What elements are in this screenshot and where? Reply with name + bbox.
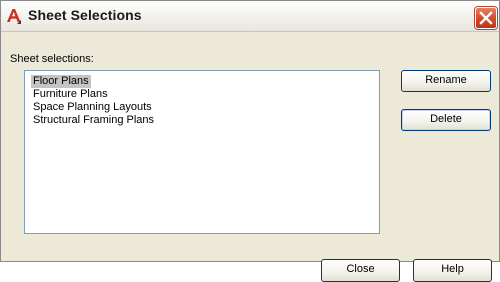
rename-button[interactable]: Rename [401,70,491,92]
title-bar[interactable]: Sheet Selections [1,1,499,32]
close-x-icon [479,11,493,25]
window-title: Sheet Selections [28,7,142,23]
delete-button[interactable]: Delete [401,109,491,131]
close-button[interactable]: Close [321,259,400,282]
sheet-selections-dialog: Sheet Selections Sheet selections: Floor… [0,0,500,282]
dialog-body: Sheet selections: Floor Plans Furniture … [1,32,499,282]
list-item-furniture-plans[interactable]: Furniture Plans [31,88,110,101]
list-item-space-planning-layouts[interactable]: Space Planning Layouts [31,101,154,114]
sheet-selections-label: Sheet selections: [10,53,94,65]
list-item-structural-framing-plans[interactable]: Structural Framing Plans [31,114,156,127]
autocad-a-icon [5,7,23,25]
list-item-floor-plans[interactable]: Floor Plans [31,75,91,88]
help-button[interactable]: Help [413,259,492,282]
sheet-selections-list[interactable]: Floor Plans Furniture Plans Space Planni… [24,70,380,234]
close-window-button[interactable] [475,7,497,29]
